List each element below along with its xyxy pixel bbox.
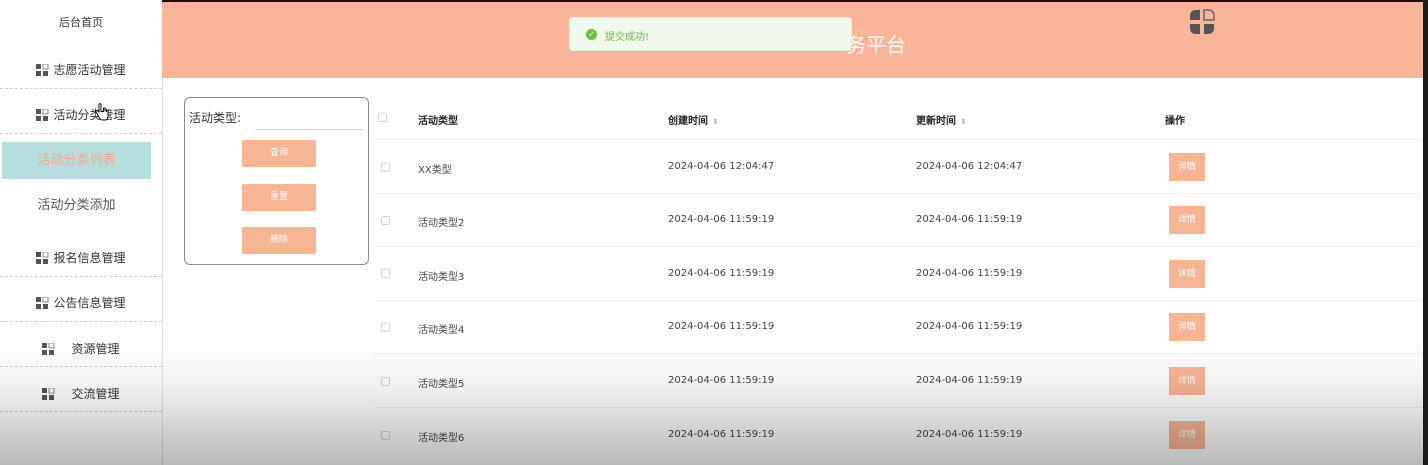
sort-icon[interactable]: ⬍ bbox=[960, 117, 967, 126]
avatar[interactable] bbox=[1188, 8, 1216, 40]
grid-icon bbox=[42, 387, 55, 403]
row-checkbox[interactable] bbox=[381, 377, 390, 386]
grid-icon bbox=[36, 108, 49, 124]
query-button[interactable]: 查询 bbox=[242, 140, 316, 167]
cell-type: 活动类型5 bbox=[418, 379, 465, 390]
cell-type: 活动类型3 bbox=[418, 272, 465, 283]
sidebar-item-label: 资源管理 bbox=[71, 342, 120, 356]
column-header-label: 创建时间 bbox=[668, 116, 708, 127]
hand-cursor-icon bbox=[95, 103, 109, 125]
divider bbox=[0, 366, 162, 367]
activity-type-input[interactable] bbox=[257, 108, 363, 130]
divider bbox=[0, 88, 162, 89]
divider bbox=[374, 300, 1423, 301]
cell-updated: 2024-04-06 12:04:47 bbox=[916, 161, 1023, 172]
divider bbox=[0, 321, 162, 322]
sidebar-item-label: 志愿活动管理 bbox=[53, 63, 126, 77]
divider bbox=[374, 246, 1423, 247]
sidebar: 后台首页 志愿活动管理 活动分类管理 活动分类列表 活动分类添加 报名信息管理 … bbox=[0, 0, 163, 465]
sort-icon[interactable]: ⬍ bbox=[712, 117, 719, 126]
bottom-shadow-overlay bbox=[0, 340, 1428, 465]
cell-type: 活动类型2 bbox=[418, 218, 465, 229]
divider bbox=[0, 133, 162, 134]
sidebar-item-label: 活动分类管理 bbox=[53, 108, 126, 122]
cell-created: 2024-04-06 11:59:19 bbox=[668, 214, 775, 225]
divider bbox=[374, 353, 1423, 354]
grid-icon bbox=[42, 342, 55, 358]
detail-button[interactable]: 详情 bbox=[1169, 206, 1205, 234]
detail-button[interactable]: 详情 bbox=[1169, 367, 1205, 395]
success-check-icon: ✓ bbox=[586, 29, 597, 40]
grid-icon bbox=[36, 251, 49, 267]
divider bbox=[374, 139, 1423, 140]
divider bbox=[0, 411, 162, 412]
window-edge bbox=[1423, 0, 1428, 465]
cell-created: 2024-04-06 11:59:19 bbox=[668, 375, 775, 386]
detail-button[interactable]: 详情 bbox=[1169, 153, 1205, 181]
row-checkbox[interactable] bbox=[381, 216, 390, 225]
sidebar-home-link[interactable]: 后台首页 bbox=[0, 14, 162, 30]
cell-updated: 2024-04-06 11:59:19 bbox=[916, 321, 1023, 332]
divider bbox=[374, 193, 1423, 194]
page-title: 务平台 bbox=[846, 33, 906, 57]
detail-button[interactable]: 详情 bbox=[1169, 313, 1205, 341]
cell-created: 2024-04-06 11:59:19 bbox=[668, 268, 775, 279]
cell-updated: 2024-04-06 11:59:19 bbox=[916, 268, 1023, 279]
divider bbox=[374, 407, 1423, 408]
sidebar-item-label: 公告信息管理 bbox=[53, 296, 126, 310]
sidebar-subitem-category-add[interactable]: 活动分类添加 bbox=[2, 187, 151, 224]
sidebar-subitem-category-list[interactable]: 活动分类列表 bbox=[2, 142, 151, 179]
column-header-type: 活动类型 bbox=[418, 116, 458, 127]
sidebar-item-label: 报名信息管理 bbox=[53, 251, 126, 265]
sidebar-item-registration[interactable]: 报名信息管理 bbox=[0, 249, 162, 267]
sidebar-item-announcement[interactable]: 公告信息管理 bbox=[0, 294, 162, 312]
row-checkbox[interactable] bbox=[381, 269, 390, 278]
toast-message: 提交成功! bbox=[605, 32, 650, 43]
cell-created: 2024-04-06 11:59:19 bbox=[668, 321, 775, 332]
avatar-grid-icon bbox=[1190, 9, 1215, 34]
sidebar-item-resources[interactable]: 资源管理 bbox=[0, 340, 162, 358]
detail-button[interactable]: 详情 bbox=[1169, 421, 1205, 449]
row-checkbox[interactable] bbox=[381, 431, 390, 440]
search-panel: 活动类型: 查询 重置 删除 bbox=[184, 97, 369, 265]
activity-type-label: 活动类型: bbox=[189, 111, 242, 125]
grid-icon bbox=[36, 63, 49, 79]
delete-button[interactable]: 删除 bbox=[242, 227, 316, 254]
detail-button[interactable]: 详情 bbox=[1169, 260, 1205, 288]
select-all-checkbox[interactable] bbox=[378, 113, 387, 122]
reset-button[interactable]: 重置 bbox=[242, 184, 316, 211]
cell-created: 2024-04-06 12:04:47 bbox=[668, 161, 775, 172]
cell-created: 2024-04-06 11:59:19 bbox=[668, 429, 775, 440]
cell-updated: 2024-04-06 11:59:19 bbox=[916, 429, 1023, 440]
column-header-label: 更新时间 bbox=[916, 116, 956, 127]
cell-type: 活动类型4 bbox=[418, 325, 465, 336]
sidebar-item-volunteer-activity[interactable]: 志愿活动管理 bbox=[0, 61, 162, 79]
sidebar-item-label: 交流管理 bbox=[71, 387, 120, 401]
cell-type: XX类型 bbox=[418, 165, 452, 176]
sidebar-item-activity-category[interactable]: 活动分类管理 bbox=[0, 106, 162, 124]
column-header-action: 操作 bbox=[1165, 116, 1185, 127]
column-header-created[interactable]: 创建时间 ⬍ bbox=[668, 112, 719, 127]
cell-type: 活动类型6 bbox=[418, 433, 465, 444]
success-toast: ✓ 提交成功! bbox=[569, 17, 852, 51]
row-checkbox[interactable] bbox=[381, 163, 390, 172]
column-header-updated[interactable]: 更新时间 ⬍ bbox=[916, 112, 967, 127]
cell-updated: 2024-04-06 11:59:19 bbox=[916, 214, 1023, 225]
sidebar-item-communication[interactable]: 交流管理 bbox=[0, 385, 162, 403]
cell-updated: 2024-04-06 11:59:19 bbox=[916, 375, 1023, 386]
grid-icon bbox=[36, 296, 49, 312]
divider bbox=[0, 276, 162, 277]
row-checkbox[interactable] bbox=[381, 323, 390, 332]
